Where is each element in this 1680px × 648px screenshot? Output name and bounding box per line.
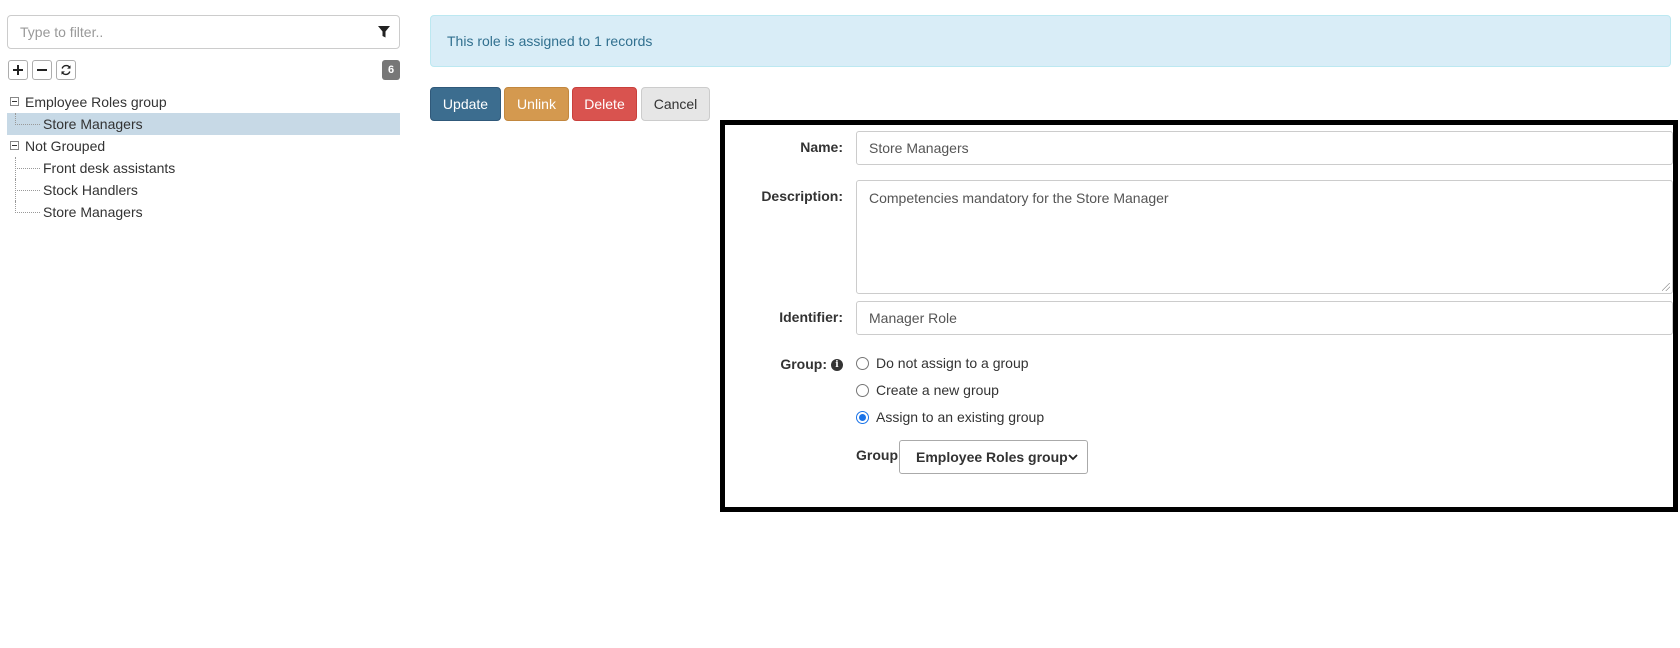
tree-group-employee-roles[interactable]: Employee Roles group — [7, 91, 400, 113]
tree-group-label: Not Grouped — [25, 138, 106, 154]
radio-label: Do not assign to a group — [876, 355, 1029, 371]
resize-handle-icon[interactable] — [1662, 283, 1670, 291]
unlink-button[interactable]: Unlink — [504, 87, 569, 121]
role-form: Name: Store Managers Description: Compet… — [720, 120, 1678, 512]
tree-item-store-managers[interactable]: Store Managers — [7, 201, 400, 223]
role-tree: Employee Roles group Store Managers Not … — [7, 91, 400, 223]
delete-button[interactable]: Delete — [572, 87, 637, 121]
info-alert: This role is assigned to 1 records — [430, 15, 1671, 67]
group-select-value: Employee Roles group — [916, 449, 1068, 465]
radio-button[interactable] — [856, 383, 869, 397]
tree-item-label: Front desk assistants — [43, 160, 176, 176]
expand-all-button[interactable] — [8, 60, 28, 80]
alert-text: This role is assigned to 1 records — [447, 33, 653, 49]
cancel-button[interactable]: Cancel — [641, 87, 710, 121]
filter-box — [7, 15, 400, 49]
description-field[interactable]: Competencies mandatory for the Store Man… — [856, 180, 1673, 294]
chevron-down-icon — [1068, 454, 1078, 461]
radio-label: Assign to an existing group — [876, 409, 1045, 425]
collapse-toggle-icon[interactable] — [10, 97, 19, 106]
radio-button-checked[interactable] — [856, 410, 869, 424]
tree-item-label: Stock Handlers — [43, 182, 138, 198]
filter-input[interactable] — [8, 16, 392, 48]
radio-existing-group[interactable]: Assign to an existing group — [856, 407, 1044, 427]
count-badge: 6 — [382, 60, 400, 80]
radio-no-group[interactable]: Do not assign to a group — [856, 353, 1029, 373]
identifier-field[interactable]: Manager Role — [856, 301, 1673, 335]
tree-group-label: Employee Roles group — [25, 94, 167, 110]
name-field[interactable]: Store Managers — [856, 131, 1673, 165]
group-label: Group: i — [753, 356, 843, 372]
update-button[interactable]: Update — [430, 87, 501, 121]
group-select[interactable]: Employee Roles group — [899, 440, 1088, 474]
radio-new-group[interactable]: Create a new group — [856, 380, 999, 400]
tree-item-front-desk-assistants[interactable]: Front desk assistants — [7, 157, 400, 179]
tree-item-store-managers-selected[interactable]: Store Managers — [7, 113, 400, 135]
tree-group-not-grouped[interactable]: Not Grouped — [7, 135, 400, 157]
refresh-icon — [61, 64, 71, 76]
radio-button[interactable] — [856, 356, 869, 370]
group-select-label: Group: — [856, 447, 903, 463]
name-value: Store Managers — [869, 140, 969, 156]
tree-item-label: Store Managers — [43, 204, 143, 220]
description-value: Competencies mandatory for the Store Man… — [869, 190, 1169, 206]
plus-icon — [13, 65, 23, 75]
info-icon[interactable]: i — [831, 359, 843, 372]
name-label: Name: — [800, 139, 843, 155]
collapse-all-button[interactable] — [32, 60, 52, 80]
minus-icon — [37, 69, 47, 71]
tree-item-stock-handlers[interactable]: Stock Handlers — [7, 179, 400, 201]
tree-item-label: Store Managers — [43, 116, 143, 132]
identifier-label: Identifier: — [779, 309, 843, 325]
refresh-button[interactable] — [56, 60, 76, 80]
collapse-toggle-icon[interactable] — [10, 141, 19, 150]
radio-label: Create a new group — [876, 382, 999, 398]
description-label: Description: — [761, 188, 843, 204]
identifier-value: Manager Role — [869, 310, 957, 326]
filter-icon[interactable] — [377, 25, 391, 39]
